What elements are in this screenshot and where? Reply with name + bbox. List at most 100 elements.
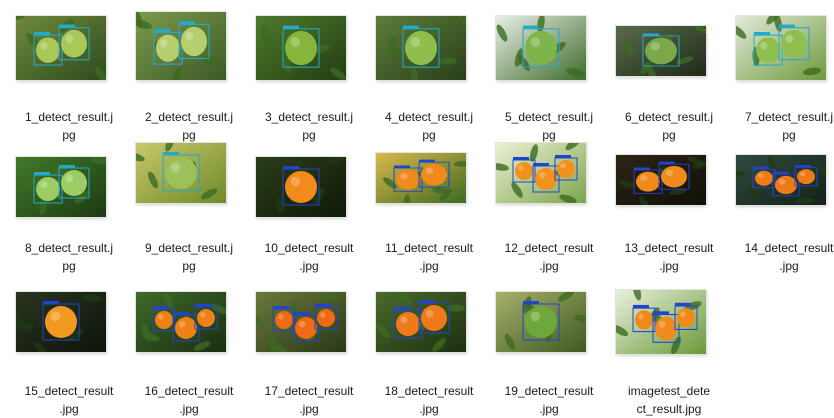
file-name-line: pg — [182, 259, 196, 273]
file-name-line: 17_detect_result — [264, 384, 354, 398]
file-name-line: 5_detect_result.j — [504, 110, 594, 124]
file-name-line: 12_detect_result — [504, 241, 594, 255]
file-name-line: 15_detect_result — [24, 384, 114, 398]
file-name-line: pg — [62, 128, 76, 142]
file-thumbnail[interactable] — [494, 286, 604, 376]
thumbnail-image — [496, 16, 586, 80]
thumbnail-image — [136, 292, 226, 352]
thumbnail-image — [16, 157, 106, 217]
file-name-line: 10_detect_result — [264, 241, 354, 255]
thumbnail-image — [616, 155, 706, 205]
file-name-line: pg — [782, 128, 796, 142]
file-name-line: 16_detect_result — [144, 384, 234, 398]
thumbnail-image — [16, 16, 106, 80]
file-name: 11_detect_result .jpg — [374, 239, 484, 275]
file-thumbnail[interactable] — [614, 12, 724, 102]
thumbnail-image — [496, 292, 586, 352]
file-name-line: pg — [542, 128, 556, 142]
file-thumbnail[interactable] — [374, 12, 484, 102]
file-name-line: .jpg — [539, 402, 559, 416]
file-name: 14_detect_result .jpg — [734, 239, 834, 275]
file-name-line: .jpg — [659, 259, 679, 273]
thumbnail-image — [376, 292, 466, 352]
file-name-line: 6_detect_result.j — [624, 110, 714, 124]
file-name-line: .jpg — [59, 402, 79, 416]
file-name: 9_detect_result.jpg — [134, 239, 244, 275]
file-name-line: 19_detect_result — [504, 384, 594, 398]
file-name-line: 11_detect_result — [385, 241, 473, 255]
file-thumbnail[interactable] — [254, 143, 364, 233]
thumbnail-image — [136, 12, 226, 80]
file-name-line: 13_detect_result — [624, 241, 714, 255]
file-name: 7_detect_result.jpg — [734, 108, 834, 144]
file-name-line: .jpg — [299, 402, 319, 416]
file-name: 18_detect_result .jpg — [374, 382, 484, 418]
file-name-line: 2_detect_result.j — [144, 110, 234, 124]
file-thumbnail[interactable] — [374, 286, 484, 376]
file-name-line: .jpg — [299, 259, 319, 273]
file-name-line: 9_detect_result.j — [144, 241, 234, 255]
file-name-line: pg — [62, 259, 76, 273]
file-thumbnail[interactable] — [614, 286, 724, 376]
file-name-line: pg — [662, 128, 676, 142]
file-name-line: 3_detect_result.j — [264, 110, 354, 124]
file-name-line: .jpg — [539, 259, 559, 273]
file-name-line: pg — [422, 128, 436, 142]
thumbnail-image — [376, 153, 466, 203]
file-thumbnail[interactable] — [134, 286, 244, 376]
file-name-line: pg — [182, 128, 196, 142]
file-thumbnail[interactable] — [494, 143, 604, 233]
file-name: 19_detect_result .jpg — [494, 382, 604, 418]
file-name: 4_detect_result.jpg — [374, 108, 484, 144]
file-name-line: .jpg — [179, 402, 199, 416]
file-name-line: .jpg — [419, 259, 439, 273]
thumbnail-image — [616, 290, 706, 354]
file-name-line: imagetest_dete — [627, 384, 711, 398]
file-name: 16_detect_result .jpg — [134, 382, 244, 418]
file-name-line: 8_detect_result.j — [24, 241, 114, 255]
file-name: 8_detect_result.jpg — [14, 239, 124, 275]
file-name-line: .jpg — [419, 402, 439, 416]
file-thumbnail[interactable] — [134, 12, 244, 102]
file-thumbnail[interactable] — [734, 143, 834, 233]
file-thumbnail[interactable] — [254, 12, 364, 102]
file-name: imagetest_dete ct_result.jpg — [614, 382, 724, 418]
file-name-line: 18_detect_result — [384, 384, 474, 398]
file-thumbnail[interactable] — [374, 143, 484, 233]
thumbnail-image — [256, 16, 346, 80]
thumbnail-image — [736, 155, 826, 205]
file-name: 6_detect_result.jpg — [614, 108, 724, 144]
thumbnail-image — [16, 292, 106, 352]
file-name: 1_detect_result.jpg — [14, 108, 124, 144]
file-name-line: 7_detect_result.j — [744, 110, 834, 124]
file-thumbnail[interactable] — [494, 12, 604, 102]
file-name: 15_detect_result .jpg — [14, 382, 124, 418]
file-name: 12_detect_result .jpg — [494, 239, 604, 275]
file-thumbnail[interactable] — [14, 12, 124, 102]
file-name: 3_detect_result.jpg — [254, 108, 364, 144]
file-name-line: pg — [302, 128, 316, 142]
file-thumbnail[interactable] — [14, 286, 124, 376]
thumbnail-image — [616, 26, 706, 76]
thumbnail-image — [736, 16, 826, 80]
file-thumbnail[interactable] — [14, 143, 124, 233]
file-name-line: 14_detect_result — [744, 241, 834, 255]
file-name-line: .jpg — [779, 259, 799, 273]
thumbnail-image — [256, 157, 346, 217]
file-thumbnail[interactable] — [614, 143, 724, 233]
file-thumbnail[interactable] — [734, 12, 834, 102]
file-name: 2_detect_result.jpg — [134, 108, 244, 144]
file-thumbnail[interactable] — [254, 286, 364, 376]
file-name: 10_detect_result .jpg — [254, 239, 364, 275]
file-name: 17_detect_result .jpg — [254, 382, 364, 418]
file-name-line: ct_result.jpg — [636, 402, 702, 416]
thumbnail-image — [376, 16, 466, 80]
thumbnail-image — [136, 143, 226, 203]
file-name-line: 1_detect_result.j — [24, 110, 114, 124]
file-thumbnail[interactable] — [134, 143, 244, 233]
thumbnail-image — [496, 143, 586, 203]
thumbnail-image — [256, 292, 346, 352]
file-name-line: 4_detect_result.j — [384, 110, 474, 124]
file-name: 13_detect_result .jpg — [614, 239, 724, 275]
file-name: 5_detect_result.jpg — [494, 108, 604, 144]
